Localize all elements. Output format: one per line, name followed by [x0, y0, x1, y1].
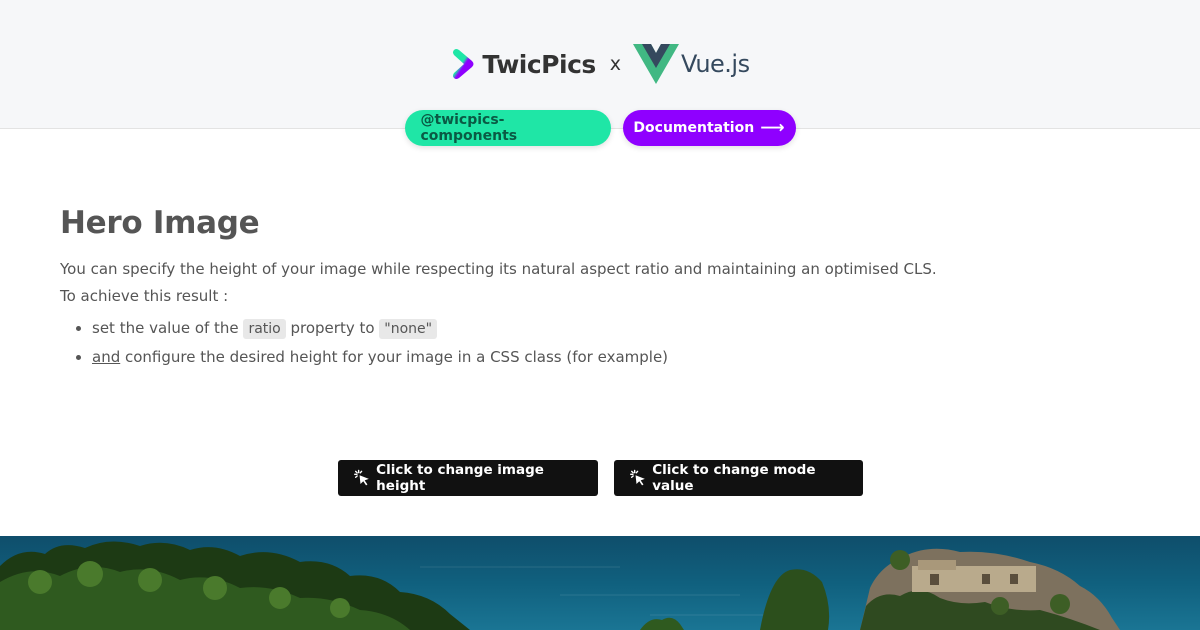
instructions-list: set the value of the ratio property to "…: [92, 314, 1140, 371]
none-code: "none": [379, 319, 438, 339]
twicpics-components-link[interactable]: @twicpics-components: [404, 110, 611, 146]
change-height-button[interactable]: Click to change image height: [337, 460, 598, 496]
change-mode-label: Click to change mode value: [652, 462, 816, 494]
documentation-link[interactable]: Documentation ⟶: [622, 110, 796, 146]
list-item: set the value of the ratio property to "…: [92, 314, 1140, 343]
cursor-click-icon: [629, 469, 645, 486]
list-item: and configure the desired height for you…: [92, 343, 1140, 371]
vue-name: Vue.js: [681, 50, 750, 78]
arrow-right-icon: ⟶: [760, 118, 785, 138]
twicpics-brand[interactable]: TwicPics: [450, 47, 596, 81]
lead-text: To achieve this result :: [60, 287, 229, 305]
bullet1-middle: property to: [285, 319, 380, 337]
brand-lockup: TwicPics x Vue.js: [0, 44, 1200, 84]
brand-separator: x: [609, 53, 622, 75]
bullet2-rest: configure the desired height for your im…: [120, 348, 669, 366]
documentation-label: Documentation: [633, 120, 755, 136]
header-links: @twicpics-components Documentation ⟶: [0, 110, 1200, 146]
main-content: Hero Image You can specify the height of…: [60, 205, 1140, 371]
page-title: Hero Image: [60, 205, 260, 241]
hero-image: [0, 536, 1200, 630]
cursor-click-icon: [353, 469, 369, 486]
vue-brand[interactable]: Vue.js: [633, 44, 750, 84]
and-link[interactable]: and: [92, 348, 120, 366]
intro-text: You can specify the height of your image…: [60, 260, 937, 278]
ratio-code: ratio: [243, 319, 286, 339]
vue-logo-icon: [633, 44, 680, 84]
hero-landscape-photo: [0, 536, 1200, 630]
twicpics-components-label: @twicpics-components: [420, 112, 518, 144]
change-mode-button[interactable]: Click to change mode value: [613, 460, 863, 496]
change-height-label: Click to change image height: [376, 462, 544, 494]
twicpics-logo-icon: [453, 49, 474, 79]
action-buttons: Click to change image height Click to ch…: [0, 460, 1200, 496]
bullet1-prefix: set the value of the: [92, 319, 244, 337]
twicpics-name: TwicPics: [482, 49, 596, 79]
